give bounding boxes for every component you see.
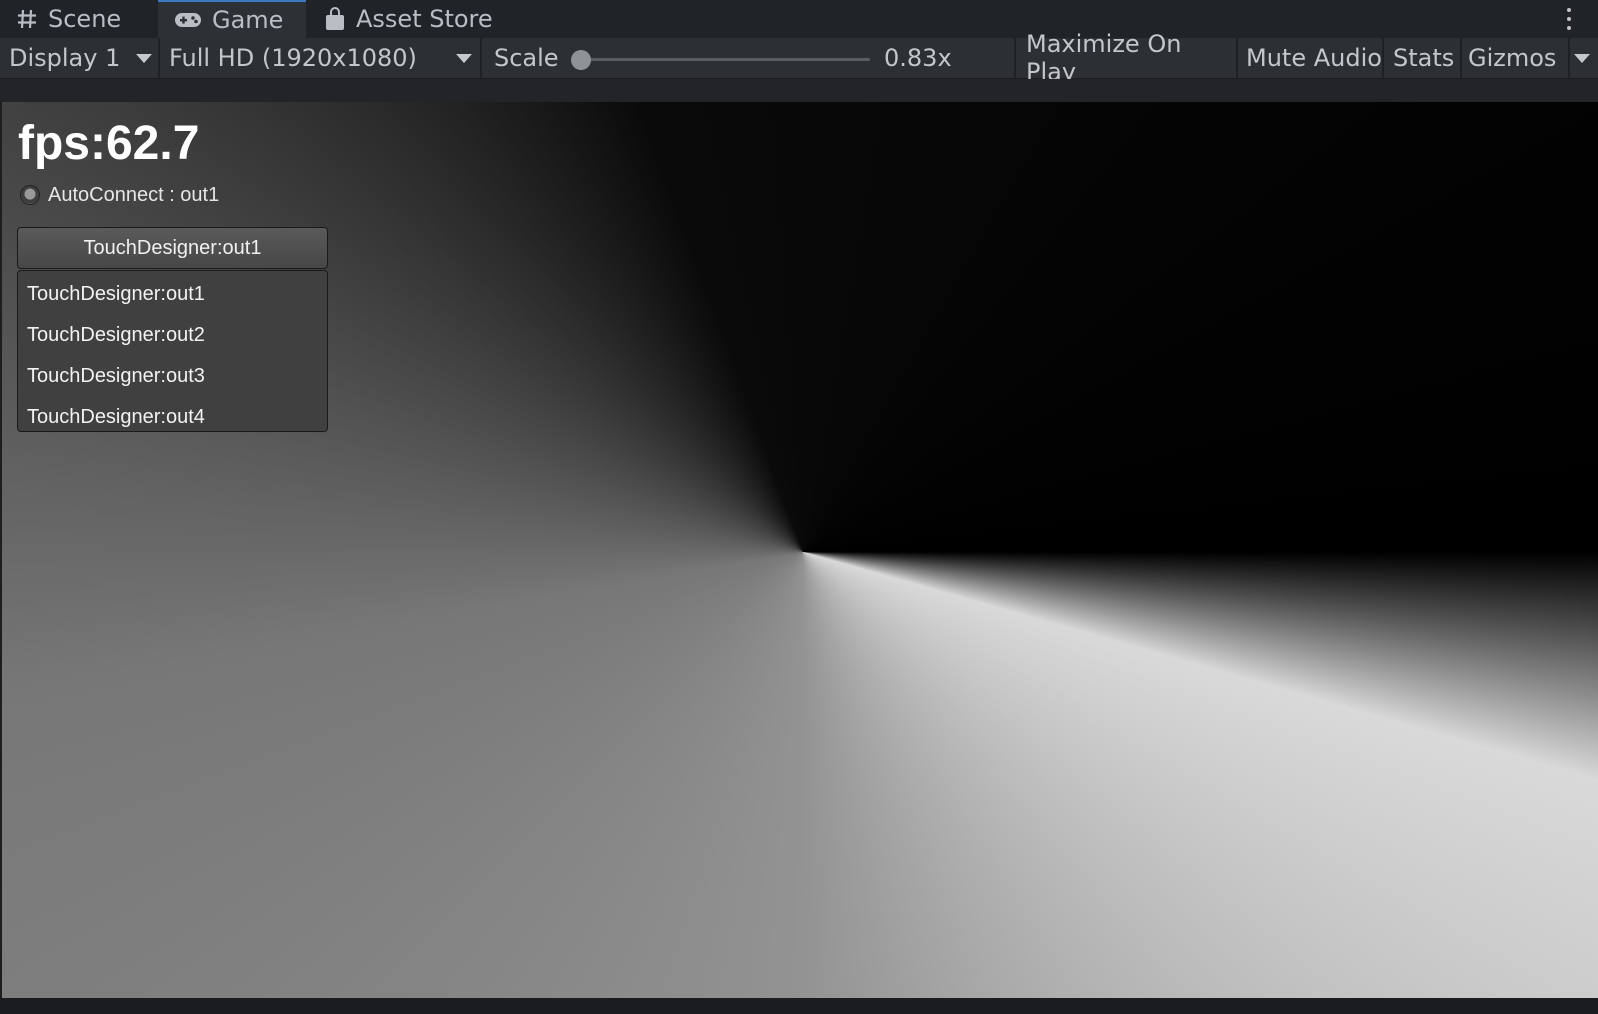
source-dropdown-selected: TouchDesigner:out1 — [83, 236, 262, 259]
fps-counter: fps:62.7 — [18, 117, 200, 170]
shopping-bag-icon — [326, 7, 344, 30]
stats-label: Stats — [1393, 44, 1455, 72]
game-view-toolbar: Display 1 Full HD (1920x1080) Scale 0.83… — [0, 30, 1598, 86]
display-dropdown[interactable]: Display 1 — [0, 38, 160, 78]
maximize-on-play-toggle[interactable]: Maximize On Play — [1016, 30, 1238, 86]
list-item[interactable]: TouchDesigner:out2 — [18, 315, 327, 356]
viewport-letterbox-top — [0, 79, 1598, 102]
resolution-dropdown-label: Full HD (1920x1080) — [169, 44, 417, 72]
viewport-letterbox-bottom — [0, 998, 1598, 1014]
tab-asset-store-label: Asset Store — [356, 5, 493, 33]
maximize-on-play-label: Maximize On Play — [1026, 30, 1182, 86]
tab-scene[interactable]: Scene — [0, 0, 156, 38]
tab-game[interactable]: Game — [158, 0, 306, 38]
scale-slider-track[interactable] — [578, 58, 870, 61]
source-dropdown-button[interactable]: TouchDesigner:out1 — [17, 227, 328, 269]
chevron-down-icon — [136, 54, 152, 63]
chevron-down-icon — [456, 54, 472, 63]
autoconnect-label: AutoConnect : out1 — [48, 183, 220, 206]
gizmos-toggle[interactable]: Gizmos — [1462, 38, 1570, 78]
list-item-label: TouchDesigner:out3 — [27, 365, 205, 387]
list-item-label: TouchDesigner:out2 — [27, 324, 205, 346]
radio-toggle-icon[interactable] — [20, 185, 40, 205]
gizmos-menu-dropdown[interactable] — [1570, 38, 1598, 78]
game-viewport[interactable]: fps:62.7 AutoConnect : out1 TouchDesigne… — [2, 102, 1598, 998]
list-item-label: TouchDesigner:out4 — [27, 406, 205, 428]
source-dropdown-list: TouchDesigner:out1 TouchDesigner:out2 To… — [17, 270, 328, 432]
chevron-down-icon — [1574, 54, 1590, 63]
tab-asset-store[interactable]: Asset Store — [308, 0, 498, 38]
mute-audio-toggle[interactable]: Mute Audio — [1238, 38, 1384, 78]
gamepad-icon — [175, 13, 201, 27]
list-item[interactable]: TouchDesigner:out3 — [18, 356, 327, 397]
autoconnect-toggle[interactable]: AutoConnect : out1 — [20, 182, 219, 208]
editor-tab-bar: Scene Game Asset Store — [0, 0, 1598, 38]
more-options-icon[interactable] — [1566, 8, 1572, 30]
gizmos-label: Gizmos — [1468, 44, 1557, 72]
list-item[interactable]: TouchDesigner:out4 — [18, 397, 327, 438]
display-dropdown-label: Display 1 — [9, 44, 121, 72]
tab-game-label: Game — [212, 6, 284, 34]
resolution-dropdown[interactable]: Full HD (1920x1080) — [160, 38, 482, 78]
tab-scene-label: Scene — [48, 5, 122, 33]
scale-slider-handle[interactable] — [571, 50, 591, 70]
mute-audio-label: Mute Audio — [1246, 44, 1382, 72]
grid-hash-icon — [18, 9, 36, 29]
list-item-label: TouchDesigner:out1 — [27, 283, 205, 305]
list-item[interactable]: TouchDesigner:out1 — [18, 274, 327, 315]
stats-toggle[interactable]: Stats — [1384, 38, 1462, 78]
scale-value: 0.83x — [884, 44, 952, 72]
scale-label: Scale — [494, 44, 559, 72]
